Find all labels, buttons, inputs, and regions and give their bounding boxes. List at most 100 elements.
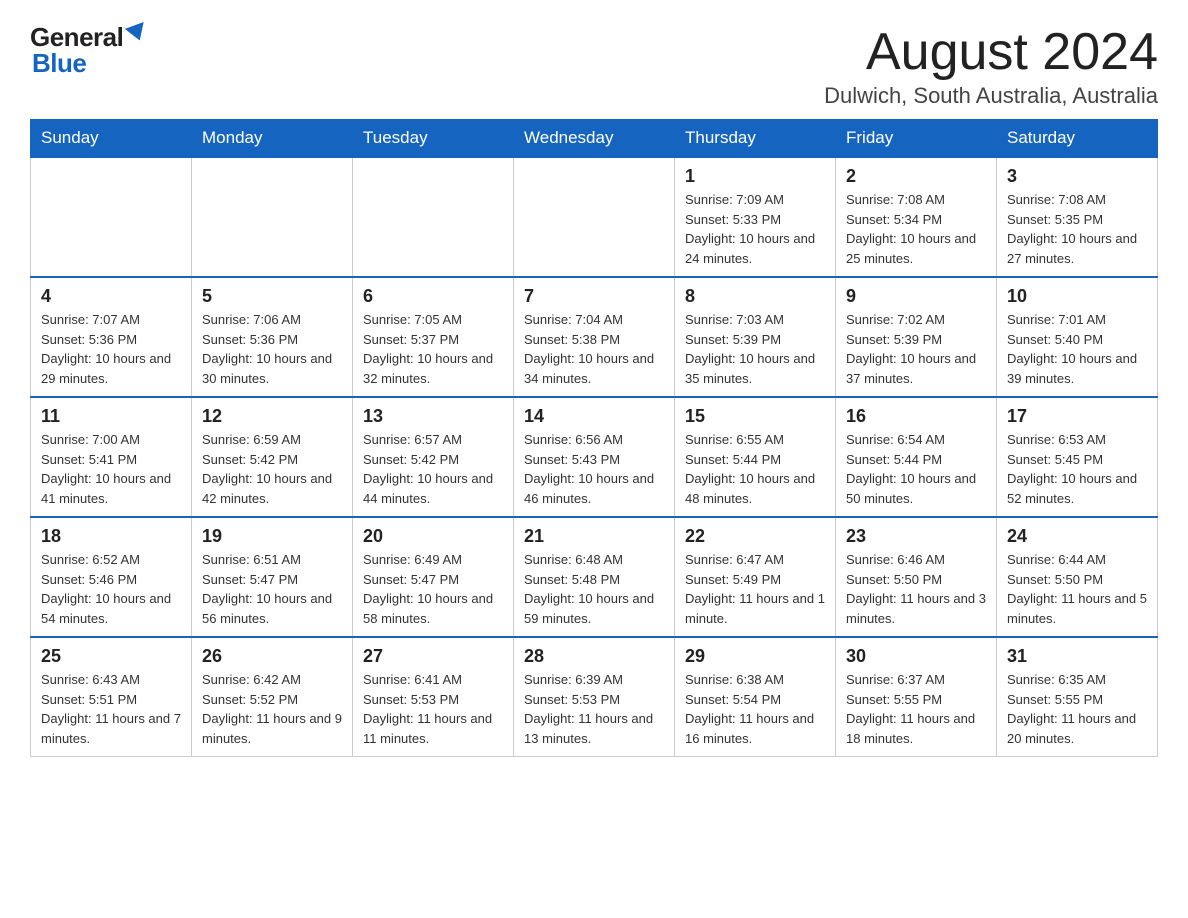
calendar-header-saturday: Saturday xyxy=(997,120,1158,158)
calendar-cell: 1 Sunrise: 7:09 AMSunset: 5:33 PMDaylight… xyxy=(675,157,836,277)
day-info: Sunrise: 7:06 AMSunset: 5:36 PMDaylight:… xyxy=(202,310,342,388)
day-info: Sunrise: 6:41 AMSunset: 5:53 PMDaylight:… xyxy=(363,670,503,748)
day-number: 20 xyxy=(363,526,503,547)
day-info: Sunrise: 6:49 AMSunset: 5:47 PMDaylight:… xyxy=(363,550,503,628)
day-info: Sunrise: 6:46 AMSunset: 5:50 PMDaylight:… xyxy=(846,550,986,628)
day-number: 31 xyxy=(1007,646,1147,667)
calendar-cell: 12Sunrise: 6:59 AMSunset: 5:42 PMDayligh… xyxy=(192,397,353,517)
page-header: General Blue August 2024 Dulwich, South … xyxy=(30,24,1158,109)
calendar-cell: 16 Sunrise: 6:54 AMSunset: 5:44 PMDayligh… xyxy=(836,397,997,517)
calendar-header-row: SundayMondayTuesdayWednesdayThursdayFrid… xyxy=(31,120,1158,158)
day-number: 2 xyxy=(846,166,986,187)
calendar-cell: 24Sunrise: 6:44 AMSunset: 5:50 PMDayligh… xyxy=(997,517,1158,637)
calendar-cell: 4 Sunrise: 7:07 AMSunset: 5:36 PMDaylight… xyxy=(31,277,192,397)
day-info: Sunrise: 7:08 AMSunset: 5:34 PMDaylight:… xyxy=(846,190,986,268)
calendar-cell: 2 Sunrise: 7:08 AMSunset: 5:34 PMDaylight… xyxy=(836,157,997,277)
day-info: Sunrise: 6:57 AMSunset: 5:42 PMDaylight:… xyxy=(363,430,503,508)
calendar-header-tuesday: Tuesday xyxy=(353,120,514,158)
calendar-header-monday: Monday xyxy=(192,120,353,158)
day-info: Sunrise: 6:47 AMSunset: 5:49 PMDaylight:… xyxy=(685,550,825,628)
calendar-cell: 6 Sunrise: 7:05 AMSunset: 5:37 PMDaylight… xyxy=(353,277,514,397)
calendar-cell: 31 Sunrise: 6:35 AMSunset: 5:55 PMDayligh… xyxy=(997,637,1158,757)
week-row-5: 25Sunrise: 6:43 AMSunset: 5:51 PMDayligh… xyxy=(31,637,1158,757)
calendar-cell: 14 Sunrise: 6:56 AMSunset: 5:43 PMDayligh… xyxy=(514,397,675,517)
day-info: Sunrise: 7:08 AMSunset: 5:35 PMDaylight:… xyxy=(1007,190,1147,268)
calendar-table: SundayMondayTuesdayWednesdayThursdayFrid… xyxy=(30,119,1158,757)
calendar-cell: 19 Sunrise: 6:51 AMSunset: 5:47 PMDayligh… xyxy=(192,517,353,637)
location-title: Dulwich, South Australia, Australia xyxy=(824,83,1158,109)
day-info: Sunrise: 7:09 AMSunset: 5:33 PMDaylight:… xyxy=(685,190,825,268)
day-number: 1 xyxy=(685,166,825,187)
day-number: 26 xyxy=(202,646,342,667)
calendar-cell xyxy=(192,157,353,277)
day-info: Sunrise: 6:38 AMSunset: 5:54 PMDaylight:… xyxy=(685,670,825,748)
calendar-cell: 25Sunrise: 6:43 AMSunset: 5:51 PMDayligh… xyxy=(31,637,192,757)
day-info: Sunrise: 7:02 AMSunset: 5:39 PMDaylight:… xyxy=(846,310,986,388)
week-row-2: 4 Sunrise: 7:07 AMSunset: 5:36 PMDaylight… xyxy=(31,277,1158,397)
day-info: Sunrise: 6:59 AMSunset: 5:42 PMDaylight:… xyxy=(202,430,342,508)
calendar-cell: 15Sunrise: 6:55 AMSunset: 5:44 PMDayligh… xyxy=(675,397,836,517)
calendar-cell: 29 Sunrise: 6:38 AMSunset: 5:54 PMDayligh… xyxy=(675,637,836,757)
calendar-cell: 18 Sunrise: 6:52 AMSunset: 5:46 PMDayligh… xyxy=(31,517,192,637)
logo-triangle-icon xyxy=(125,22,149,44)
day-info: Sunrise: 6:56 AMSunset: 5:43 PMDaylight:… xyxy=(524,430,664,508)
day-number: 10 xyxy=(1007,286,1147,307)
day-info: Sunrise: 6:35 AMSunset: 5:55 PMDaylight:… xyxy=(1007,670,1147,748)
day-number: 4 xyxy=(41,286,181,307)
day-info: Sunrise: 7:05 AMSunset: 5:37 PMDaylight:… xyxy=(363,310,503,388)
logo-general-text: General xyxy=(30,24,123,50)
logo: General Blue xyxy=(30,24,147,76)
calendar-header-wednesday: Wednesday xyxy=(514,120,675,158)
calendar-cell: 7Sunrise: 7:04 AMSunset: 5:38 PMDaylight… xyxy=(514,277,675,397)
day-info: Sunrise: 6:51 AMSunset: 5:47 PMDaylight:… xyxy=(202,550,342,628)
day-number: 25 xyxy=(41,646,181,667)
day-info: Sunrise: 7:04 AMSunset: 5:38 PMDaylight:… xyxy=(524,310,664,388)
day-info: Sunrise: 6:55 AMSunset: 5:44 PMDaylight:… xyxy=(685,430,825,508)
calendar-cell: 17Sunrise: 6:53 AMSunset: 5:45 PMDayligh… xyxy=(997,397,1158,517)
day-number: 8 xyxy=(685,286,825,307)
calendar-header-sunday: Sunday xyxy=(31,120,192,158)
day-info: Sunrise: 7:00 AMSunset: 5:41 PMDaylight:… xyxy=(41,430,181,508)
day-number: 6 xyxy=(363,286,503,307)
day-number: 13 xyxy=(363,406,503,427)
day-info: Sunrise: 6:52 AMSunset: 5:46 PMDaylight:… xyxy=(41,550,181,628)
calendar-cell: 26Sunrise: 6:42 AMSunset: 5:52 PMDayligh… xyxy=(192,637,353,757)
day-info: Sunrise: 7:01 AMSunset: 5:40 PMDaylight:… xyxy=(1007,310,1147,388)
calendar-cell: 30Sunrise: 6:37 AMSunset: 5:55 PMDayligh… xyxy=(836,637,997,757)
day-number: 27 xyxy=(363,646,503,667)
day-number: 24 xyxy=(1007,526,1147,547)
calendar-cell: 8 Sunrise: 7:03 AMSunset: 5:39 PMDaylight… xyxy=(675,277,836,397)
day-number: 9 xyxy=(846,286,986,307)
week-row-4: 18 Sunrise: 6:52 AMSunset: 5:46 PMDayligh… xyxy=(31,517,1158,637)
calendar-cell: 11 Sunrise: 7:00 AMSunset: 5:41 PMDayligh… xyxy=(31,397,192,517)
day-number: 14 xyxy=(524,406,664,427)
day-number: 21 xyxy=(524,526,664,547)
day-number: 16 xyxy=(846,406,986,427)
day-number: 18 xyxy=(41,526,181,547)
week-row-3: 11 Sunrise: 7:00 AMSunset: 5:41 PMDayligh… xyxy=(31,397,1158,517)
day-info: Sunrise: 7:07 AMSunset: 5:36 PMDaylight:… xyxy=(41,310,181,388)
calendar-cell: 10 Sunrise: 7:01 AMSunset: 5:40 PMDayligh… xyxy=(997,277,1158,397)
day-number: 28 xyxy=(524,646,664,667)
day-number: 17 xyxy=(1007,406,1147,427)
day-number: 5 xyxy=(202,286,342,307)
calendar-cell: 3 Sunrise: 7:08 AMSunset: 5:35 PMDaylight… xyxy=(997,157,1158,277)
day-number: 23 xyxy=(846,526,986,547)
week-row-1: 1 Sunrise: 7:09 AMSunset: 5:33 PMDaylight… xyxy=(31,157,1158,277)
month-title: August 2024 xyxy=(824,24,1158,81)
calendar-cell: 5 Sunrise: 7:06 AMSunset: 5:36 PMDaylight… xyxy=(192,277,353,397)
day-info: Sunrise: 6:54 AMSunset: 5:44 PMDaylight:… xyxy=(846,430,986,508)
day-info: Sunrise: 6:39 AMSunset: 5:53 PMDaylight:… xyxy=(524,670,664,748)
day-info: Sunrise: 7:03 AMSunset: 5:39 PMDaylight:… xyxy=(685,310,825,388)
day-number: 11 xyxy=(41,406,181,427)
calendar-cell: 22Sunrise: 6:47 AMSunset: 5:49 PMDayligh… xyxy=(675,517,836,637)
day-number: 19 xyxy=(202,526,342,547)
day-info: Sunrise: 6:48 AMSunset: 5:48 PMDaylight:… xyxy=(524,550,664,628)
calendar-cell: 9 Sunrise: 7:02 AMSunset: 5:39 PMDaylight… xyxy=(836,277,997,397)
logo-blue-text: Blue xyxy=(32,50,86,76)
calendar-cell: 13 Sunrise: 6:57 AMSunset: 5:42 PMDayligh… xyxy=(353,397,514,517)
day-number: 3 xyxy=(1007,166,1147,187)
calendar-header-thursday: Thursday xyxy=(675,120,836,158)
calendar-header-friday: Friday xyxy=(836,120,997,158)
day-number: 29 xyxy=(685,646,825,667)
